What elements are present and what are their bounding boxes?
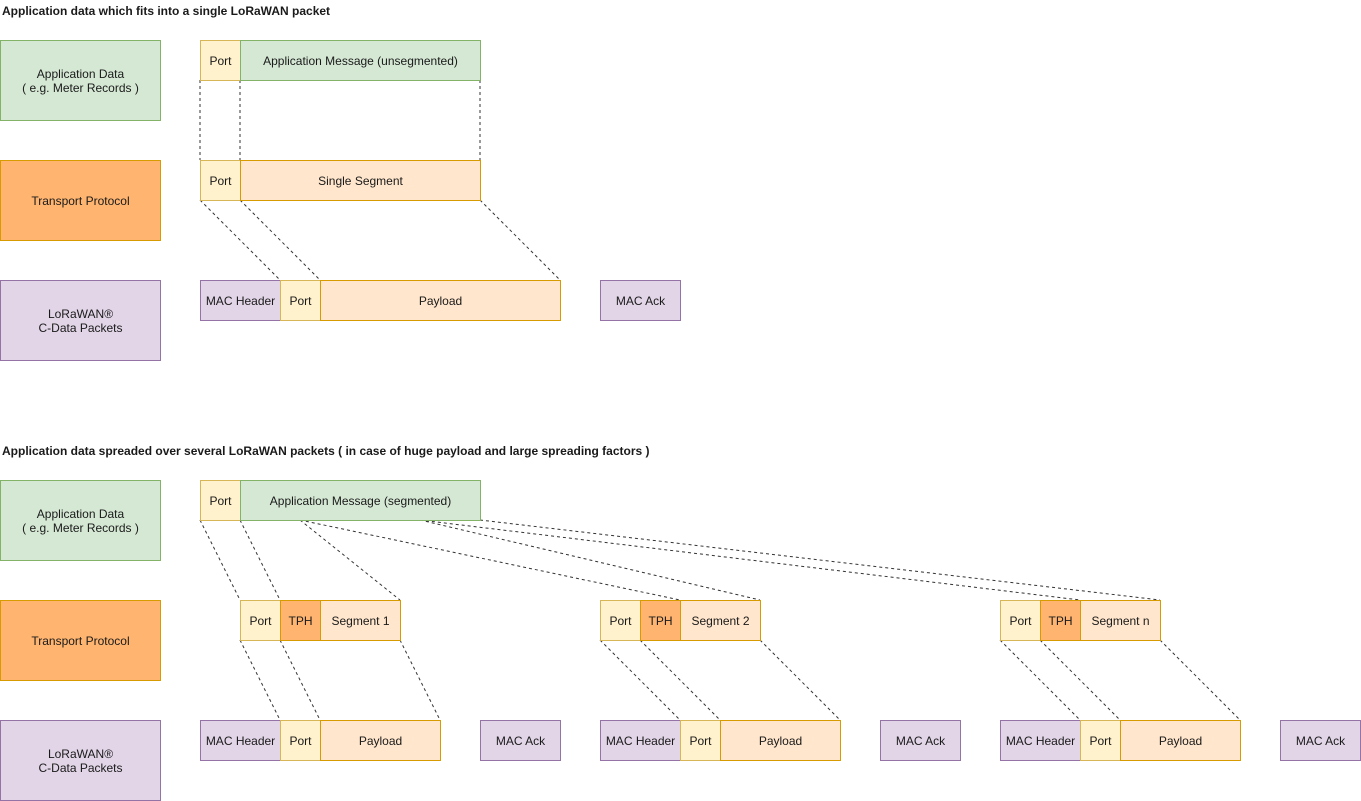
- layer-transport-protocol: Transport Protocol: [0, 600, 161, 681]
- layer-lorawan-packets: LoRaWAN® C-Data Packets: [0, 280, 161, 361]
- connector: [999, 639, 1081, 721]
- mac-ack: MAC Ack: [880, 720, 961, 761]
- connector: [759, 639, 841, 721]
- segment-port: Port: [1000, 600, 1041, 641]
- connector: [1159, 639, 1241, 721]
- connector: [199, 199, 281, 281]
- section-1-title: Application data which fits into a singl…: [2, 4, 331, 18]
- mac-header: MAC Header: [600, 720, 681, 761]
- app-port: Port: [200, 480, 241, 521]
- mac-header: MAC Header: [200, 720, 281, 761]
- connector-lines: [199, 80, 1241, 721]
- connector: [599, 639, 681, 721]
- connector: [479, 199, 561, 281]
- packet-port: Port: [1080, 720, 1121, 761]
- segment-body: Segment 1: [320, 600, 401, 641]
- segment-port: Port: [240, 600, 281, 641]
- packet-port: Port: [280, 280, 321, 321]
- payload: Payload: [320, 720, 441, 761]
- segment-port: Port: [600, 600, 641, 641]
- connector: [479, 519, 1161, 601]
- layer-application-data: Application Data ( e.g. Meter Records ): [0, 480, 161, 561]
- connector: [399, 639, 441, 721]
- mac-ack: MAC Ack: [1280, 720, 1361, 761]
- mac-header: MAC Header: [200, 280, 281, 321]
- segment-tph: TPH: [1040, 600, 1081, 641]
- mac-ack: MAC Ack: [480, 720, 561, 761]
- app-port: Port: [200, 40, 241, 81]
- application-message: Application Message (unsegmented): [240, 40, 481, 81]
- connector: [239, 639, 281, 721]
- layer-transport-protocol: Transport Protocol: [0, 160, 161, 241]
- connector: [1039, 639, 1121, 721]
- single-segment: Single Segment: [240, 160, 481, 201]
- transport-port: Port: [200, 160, 241, 201]
- application-message: Application Message (segmented): [240, 480, 481, 521]
- section-2-title: Application data spreaded over several L…: [2, 444, 650, 458]
- packet-port: Port: [280, 720, 321, 761]
- segment-body: Segment 2: [680, 600, 761, 641]
- connector: [299, 519, 401, 601]
- connector: [239, 199, 321, 281]
- connector: [639, 639, 721, 721]
- connector: [239, 519, 281, 601]
- payload: Payload: [1120, 720, 1241, 761]
- layer-lorawan-packets: LoRaWAN® C-Data Packets: [0, 720, 161, 801]
- payload: Payload: [720, 720, 841, 761]
- connector: [199, 519, 241, 601]
- connector: [279, 639, 321, 721]
- mac-header: MAC Header: [1000, 720, 1081, 761]
- packet-port: Port: [680, 720, 721, 761]
- segment-tph: TPH: [280, 600, 321, 641]
- segment-body: Segment n: [1080, 600, 1161, 641]
- segment-tph: TPH: [640, 600, 681, 641]
- payload: Payload: [320, 280, 561, 321]
- layer-application-data: Application Data ( e.g. Meter Records ): [0, 40, 161, 121]
- mac-ack: MAC Ack: [600, 280, 681, 321]
- connector: [299, 519, 681, 601]
- connector: [419, 519, 1081, 601]
- connector: [419, 519, 761, 601]
